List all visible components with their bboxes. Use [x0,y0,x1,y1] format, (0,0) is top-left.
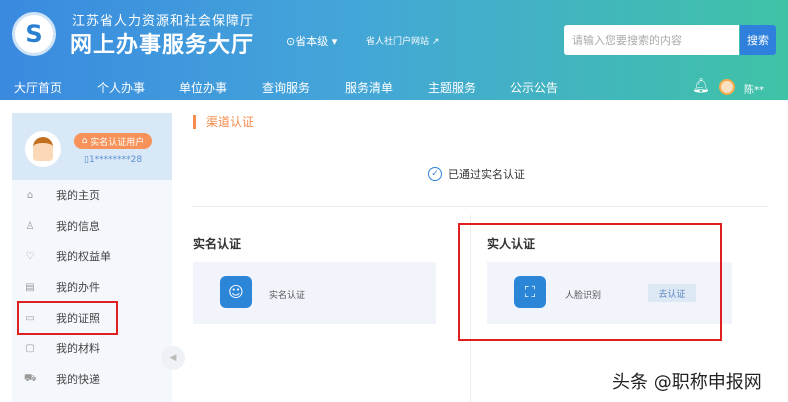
sidebar-item-rights[interactable]: ♡ 我的权益单 [12,241,172,271]
nav-item[interactable]: 服务清单 [345,79,393,96]
avatar[interactable] [719,79,735,95]
highlight-box [17,301,118,335]
user-check-icon: ☺ [220,276,252,308]
sidebar-item-info[interactable]: ♙ 我的信息 [12,211,172,241]
folder-icon: ▢ [25,342,35,354]
highlight-box [458,223,722,341]
external-link-icon: ↗ [431,37,440,47]
portal-link[interactable]: 省人社门户网站 ↗ [366,34,439,47]
nav-item[interactable]: 查询服务 [262,79,310,96]
realname-card[interactable]: ☺ 实名认证 [193,262,436,324]
truck-icon: ⛟ [24,372,37,384]
phone-number: ▯1********28 [84,155,143,165]
header: S 江苏省人力资源和社会保障厅 网上办事服务大厅 ⊙省本级 ▾ 省人社门户网站 … [0,0,788,100]
document-icon: ▤ [25,281,35,293]
logo[interactable]: S [12,12,56,56]
check-circle-icon: ✓ [428,167,442,181]
home-icon: ⌂ [26,189,34,201]
page-title: 渠道认证 [193,115,254,129]
verification-status: ✓ 已通过实名认证 [428,166,525,182]
section-title: 实名认证 [193,237,242,251]
nav-item[interactable]: 公示公告 [510,79,558,96]
profile-avatar [25,131,61,167]
user-icon: ♙ [25,220,35,232]
sidebar-item-cases[interactable]: ▤ 我的办件 [12,272,172,302]
site-title: 网上办事服务大厅 [70,33,255,58]
location-icon: ⊙ [286,35,296,48]
nav-item[interactable]: 个人办事 [97,79,145,96]
watermark: 头条 @职称申报网 [612,372,762,393]
search-button[interactable]: 搜索 [740,25,776,55]
sidebar-item-express[interactable]: ⛟ 我的快递 [12,364,172,394]
collapse-sidebar-button[interactable]: ◀ [161,346,185,370]
heart-shield-icon: ♡ [25,250,35,262]
shield-icon: ⌂ [81,136,91,146]
chevron-left-icon: ◀ [169,353,177,363]
verified-badge: ⌂ 实名认证用户 [74,133,152,149]
profile-card: ⌂ 实名认证用户 ▯1********28 [12,113,172,180]
sidebar-item-home[interactable]: ⌂ 我的主页 [12,180,172,210]
sidebar-item-materials[interactable]: ▢ 我的材料 [12,333,172,363]
user-name[interactable]: 陈** [744,81,764,96]
level-selector[interactable]: ⊙省本级 ▾ [286,33,337,49]
nav-item[interactable]: 大厅首页 [14,79,62,96]
bell-icon[interactable]: 🔔︎ [692,78,710,94]
divider [192,206,768,207]
search-input[interactable] [564,25,739,55]
chevron-down-icon: ▾ [331,35,338,48]
sidebar: ⌂ 实名认证用户 ▯1********28 ⌂ 我的主页 ♙ 我的信息 ♡ 我的权益单… [12,113,172,402]
nav-item[interactable]: 单位办事 [179,79,227,96]
card-label: 实名认证 [269,291,306,301]
nav-item[interactable]: 主题服务 [428,79,476,96]
